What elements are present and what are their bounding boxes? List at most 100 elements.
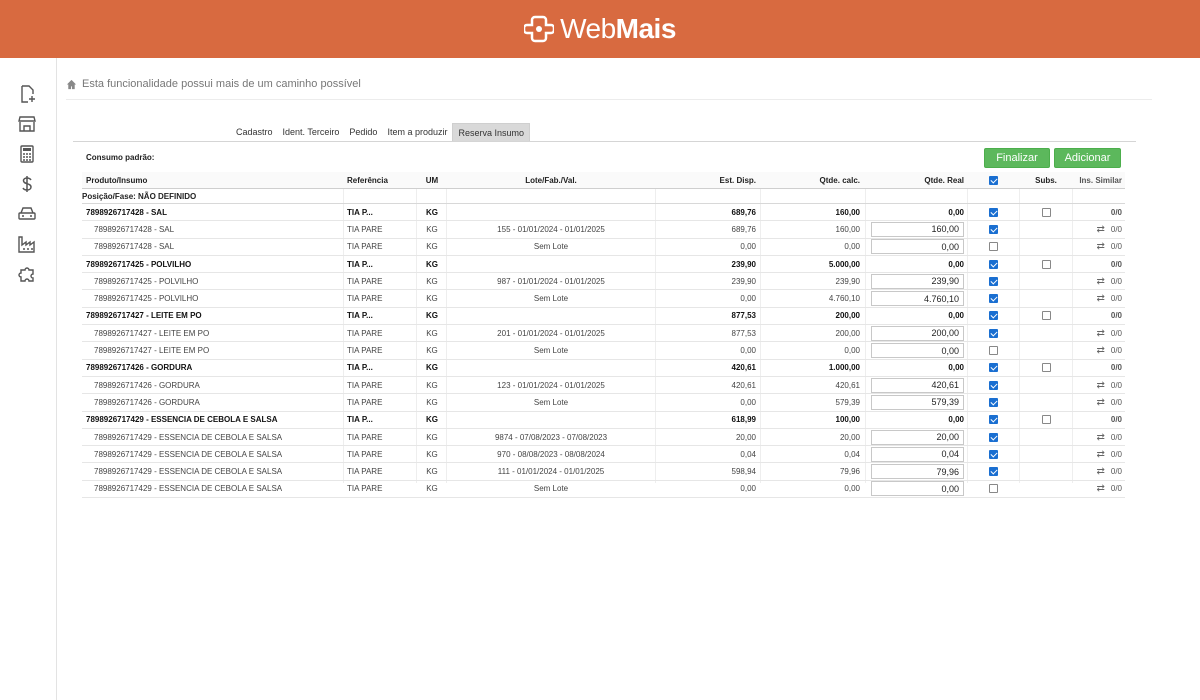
- header-qtde-real[interactable]: Qtde. Real: [870, 172, 964, 188]
- select-checkbox[interactable]: [988, 380, 998, 390]
- calculator-icon[interactable]: [18, 145, 36, 163]
- insumo-lot-row[interactable]: 7898926717426 - GORDURA TIA PARE KG 123 …: [82, 377, 1125, 395]
- car-icon[interactable]: [18, 205, 36, 223]
- um-cell: KG: [426, 432, 438, 442]
- select-cell: [968, 481, 1018, 497]
- insumo-parent-row[interactable]: 7898926717429 - ESSENCIA DE CEBOLA E SAL…: [82, 412, 1125, 429]
- swap-icon[interactable]: ⇄: [1096, 397, 1104, 408]
- subs-checkbox[interactable]: [1041, 415, 1051, 425]
- insumo-lot-row[interactable]: 7898926717428 - SAL TIA PARE KG 155 - 01…: [82, 221, 1125, 239]
- swap-icon[interactable]: ⇄: [1096, 345, 1104, 356]
- header-select-all[interactable]: [968, 172, 1018, 188]
- select-checkbox[interactable]: [988, 328, 998, 338]
- swap-icon[interactable]: ⇄: [1096, 432, 1104, 443]
- home-icon[interactable]: [66, 79, 77, 90]
- select-cell: [968, 256, 1018, 272]
- insumo-lot-row[interactable]: 7898926717428 - SAL TIA PARE KG Sem Lote…: [82, 239, 1125, 256]
- swap-icon[interactable]: ⇄: [1096, 380, 1104, 391]
- insumo-lot-row[interactable]: 7898926717429 - ESSENCIA DE CEBOLA E SAL…: [82, 481, 1125, 499]
- select-checkbox[interactable]: [988, 432, 998, 442]
- header-est-disp[interactable]: Est. Disp.: [655, 172, 756, 188]
- factory-icon[interactable]: [18, 235, 36, 253]
- insumo-parent-row[interactable]: 7898926717428 - SAL TIA P... KG 689,76 1…: [82, 204, 1125, 222]
- select-checkbox[interactable]: [988, 484, 998, 494]
- swap-icon[interactable]: ⇄: [1096, 276, 1104, 287]
- swap-icon[interactable]: ⇄: [1096, 328, 1104, 339]
- insumo-lot-row[interactable]: 7898926717429 - ESSENCIA DE CEBOLA E SAL…: [82, 463, 1125, 481]
- swap-icon[interactable]: ⇄: [1096, 466, 1104, 477]
- swap-icon[interactable]: ⇄: [1096, 449, 1104, 460]
- insumo-lot-row[interactable]: 7898926717425 - POLVILHO TIA PARE KG 987…: [82, 273, 1125, 291]
- puzzle-icon[interactable]: [18, 265, 36, 283]
- insumo-parent-row[interactable]: 7898926717427 - LEITE EM PO TIA P... KG …: [82, 308, 1125, 326]
- tab-pedido[interactable]: Pedido: [344, 123, 382, 141]
- ins-similar-cell: 0/0: [1072, 204, 1122, 220]
- produto-cell: 7898926717427 - LEITE EM PO: [86, 311, 202, 321]
- tab-cadastro[interactable]: Cadastro: [231, 123, 278, 141]
- select-checkbox[interactable]: [988, 363, 998, 373]
- insumo-lot-row[interactable]: 7898926717429 - ESSENCIA DE CEBOLA E SAL…: [82, 446, 1125, 464]
- select-checkbox[interactable]: [988, 449, 998, 459]
- select-all-checkbox[interactable]: [988, 175, 998, 185]
- qtde-real-input[interactable]: [871, 325, 964, 341]
- subs-checkbox[interactable]: [1041, 207, 1051, 217]
- select-checkbox[interactable]: [988, 467, 998, 477]
- select-checkbox[interactable]: [988, 415, 998, 425]
- swap-icon[interactable]: ⇄: [1096, 241, 1104, 252]
- qtde-real-input[interactable]: [871, 429, 964, 445]
- store-icon[interactable]: [18, 115, 36, 133]
- swap-icon[interactable]: ⇄: [1096, 293, 1104, 304]
- select-checkbox[interactable]: [988, 294, 998, 304]
- insumo-lot-row[interactable]: 7898926717429 - ESSENCIA DE CEBOLA E SAL…: [82, 429, 1125, 447]
- insumo-lot-row[interactable]: 7898926717426 - GORDURA TIA PARE KG Sem …: [82, 394, 1125, 412]
- header-um[interactable]: UM: [417, 172, 447, 188]
- select-checkbox[interactable]: [988, 224, 998, 234]
- subs-checkbox[interactable]: [1041, 259, 1051, 269]
- referencia-cell: TIA PARE: [347, 328, 383, 338]
- qtde-real-input[interactable]: [871, 343, 964, 359]
- qtde-real-input[interactable]: [871, 377, 964, 393]
- qtde-real-input[interactable]: [871, 481, 964, 497]
- adicionar-button[interactable]: Adicionar: [1054, 148, 1121, 168]
- insumo-parent-row[interactable]: 7898926717425 - POLVILHO TIA P... KG 239…: [82, 256, 1125, 274]
- tab-reserva-insumo[interactable]: Reserva Insumo: [452, 123, 530, 141]
- header-qtde-calc[interactable]: Qtde. calc.: [760, 172, 860, 188]
- header-produto[interactable]: Produto/Insumo: [86, 172, 344, 188]
- qtde-real-cell: 0,00: [870, 256, 964, 272]
- select-checkbox[interactable]: [988, 242, 998, 252]
- lote-cell: [447, 204, 655, 220]
- dollar-icon[interactable]: [18, 175, 36, 193]
- new-document-icon[interactable]: [18, 85, 36, 103]
- qtde-real-input[interactable]: [871, 239, 964, 255]
- select-checkbox[interactable]: [988, 346, 998, 356]
- finalizar-button[interactable]: Finalizar: [984, 148, 1050, 168]
- qtde-real-input[interactable]: [871, 464, 964, 480]
- select-checkbox[interactable]: [988, 276, 998, 286]
- swap-icon[interactable]: ⇄: [1096, 483, 1104, 494]
- subs-checkbox[interactable]: [1041, 363, 1051, 373]
- qtde-real-input[interactable]: [871, 221, 964, 237]
- header-subs[interactable]: Subs.: [1018, 172, 1074, 188]
- header-ins-similar[interactable]: Ins. Similar: [1072, 172, 1122, 188]
- swap-icon[interactable]: ⇄: [1096, 224, 1104, 235]
- qtde-real-input[interactable]: [871, 394, 964, 410]
- select-checkbox[interactable]: [988, 397, 998, 407]
- um-cell: KG: [426, 242, 438, 252]
- insumo-lot-row[interactable]: 7898926717425 - POLVILHO TIA PARE KG Sem…: [82, 290, 1125, 308]
- tab-ident-terceiro[interactable]: Ident. Terceiro: [278, 123, 345, 141]
- select-checkbox[interactable]: [988, 207, 998, 217]
- insumo-parent-row[interactable]: 7898926717426 - GORDURA TIA P... KG 420,…: [82, 360, 1125, 377]
- qtde-real-input[interactable]: [871, 273, 964, 289]
- header-referencia[interactable]: Referência: [347, 172, 417, 188]
- insumo-lot-row[interactable]: 7898926717427 - LEITE EM PO TIA PARE KG …: [82, 342, 1125, 360]
- qtde-real-input[interactable]: [871, 291, 964, 307]
- insumo-lot-row[interactable]: 7898926717427 - LEITE EM PO TIA PARE KG …: [82, 325, 1125, 343]
- um-cell: KG: [426, 380, 438, 390]
- select-checkbox[interactable]: [988, 311, 998, 321]
- tab-item-a-produzir[interactable]: Item a produzir: [382, 123, 452, 141]
- subs-checkbox[interactable]: [1041, 311, 1051, 321]
- webmais-logo[interactable]: WebMais: [524, 13, 676, 45]
- header-lote[interactable]: Lote/Fab./Val.: [447, 172, 655, 188]
- select-checkbox[interactable]: [988, 259, 998, 269]
- qtde-real-input[interactable]: [871, 446, 964, 462]
